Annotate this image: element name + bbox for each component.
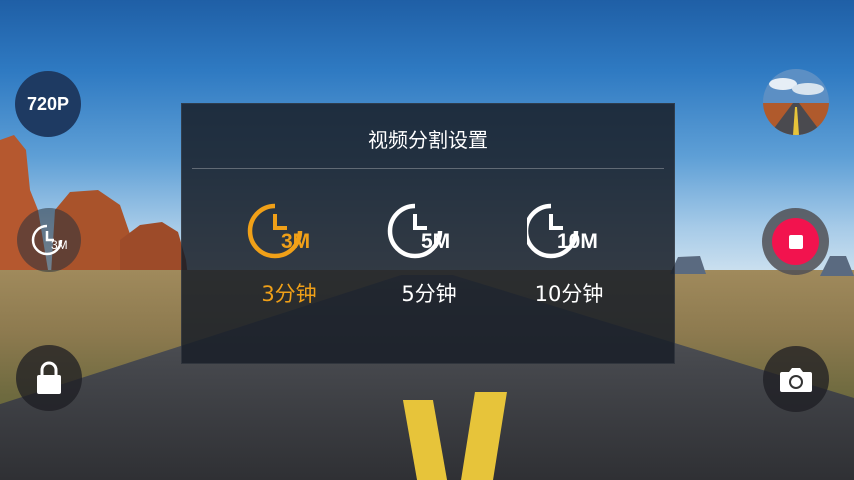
lock-icon	[37, 361, 61, 394]
option-3-minutes[interactable]: 3M 3分钟	[229, 201, 349, 321]
resolution-label: 720P	[26, 93, 70, 114]
snapshot-button[interactable]	[763, 346, 829, 412]
option-label: 3分钟	[261, 282, 317, 306]
gallery-thumbnail-button[interactable]	[763, 69, 829, 135]
camera-icon	[780, 368, 812, 392]
dialog-title: 视频分割设置	[368, 128, 488, 152]
option-label: 10分钟	[534, 282, 604, 306]
clock-icon: 3M	[247, 201, 331, 263]
stop-square	[788, 234, 803, 249]
option-10-minutes[interactable]: 10M 10分钟	[509, 201, 629, 321]
resolution-badge[interactable]: 720P	[15, 71, 81, 137]
record-button[interactable]	[762, 208, 829, 275]
video-split-dialog: 视频分割设置 3M 3分钟 5M 5分钟 10M 10分钟	[181, 103, 675, 364]
option-icon-label: 3M	[281, 230, 311, 253]
option-icon-label: 10M	[557, 230, 598, 253]
loop-duration-button[interactable]: 3M	[17, 208, 81, 272]
clock-icon: 5M	[387, 201, 471, 263]
record-stop-icon	[772, 218, 819, 265]
dialog-divider	[192, 168, 664, 169]
clock-icon: 10M	[527, 201, 611, 263]
option-5-minutes[interactable]: 5M 5分钟	[369, 201, 489, 321]
option-icon-label: 5M	[421, 230, 451, 253]
loop-duration-label: 3M	[51, 238, 68, 252]
gallery-thumbnail	[763, 69, 829, 135]
lock-button[interactable]	[16, 345, 82, 411]
option-label: 5分钟	[401, 282, 457, 306]
